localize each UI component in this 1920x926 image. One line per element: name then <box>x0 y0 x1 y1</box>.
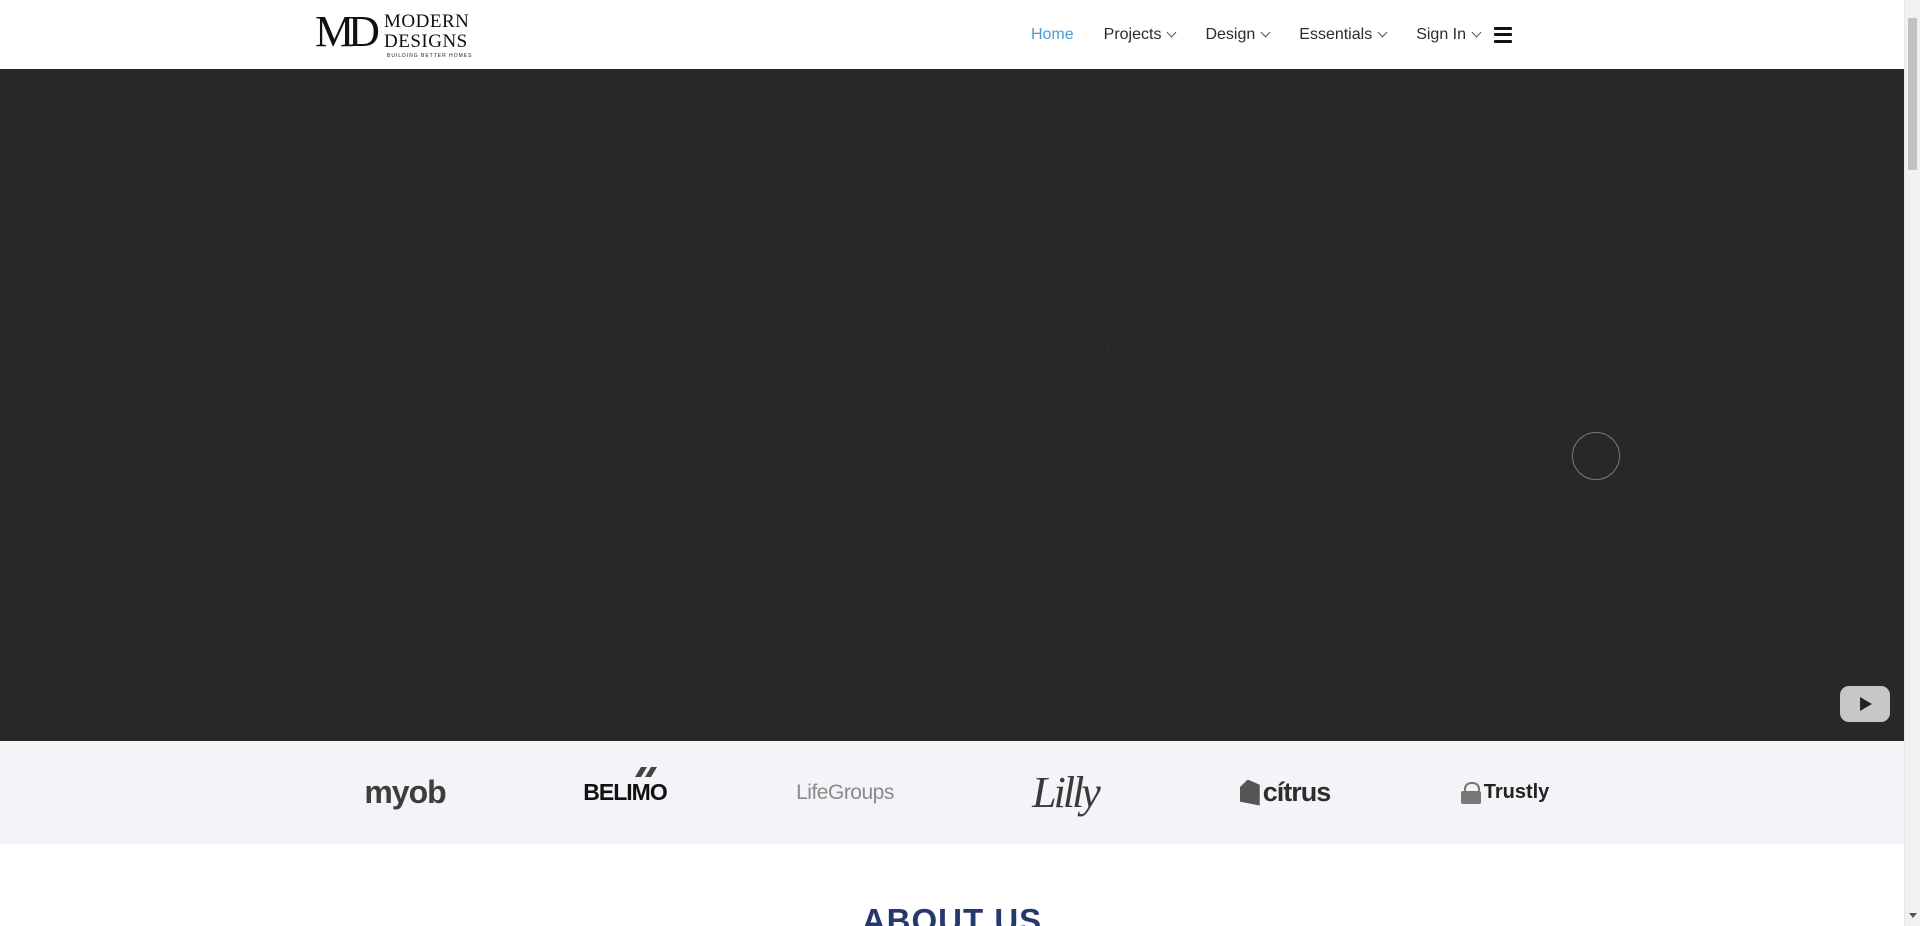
logo-name-line1: MODERN <box>384 11 470 32</box>
client-logo-belimo: BELIMO <box>575 741 675 844</box>
client-logo-text: LifeGroups <box>796 780 894 804</box>
cursor-ring-icon <box>1572 432 1620 480</box>
logo-monogram: MD <box>315 7 380 56</box>
chevron-down-icon <box>1260 27 1271 38</box>
client-logo-trustly: Trustly <box>1455 741 1555 844</box>
client-logo-lilly: Lilly <box>1015 741 1115 844</box>
nav-item-label: Projects <box>1103 25 1162 43</box>
nav-item-label: Sign In <box>1416 25 1466 43</box>
main-nav: Home Projects Design Essentials Sign In <box>1001 0 1512 69</box>
chevron-down-icon <box>1377 27 1388 38</box>
nav-item-essentials[interactable]: Essentials <box>1299 25 1388 44</box>
hero-video[interactable] <box>0 69 1904 741</box>
about-title: ABOUT US <box>861 902 1043 926</box>
nav-item-projects[interactable]: Projects <box>1103 25 1177 44</box>
nav-item-label: Design <box>1205 25 1256 43</box>
client-logo-text: cítrus <box>1262 777 1332 807</box>
client-logo-label: BELIMO <box>583 779 667 805</box>
play-icon <box>1860 697 1872 711</box>
logo-tagline: BUILDING BETTER HOMES <box>387 53 473 59</box>
nav-item-label: Essentials <box>1299 25 1373 43</box>
lock-icon <box>1460 781 1481 804</box>
client-logo-text: Trustly <box>1483 781 1550 803</box>
client-logo-lifegroups: LifeGroups <box>795 741 895 844</box>
client-logo-myob: myob <box>355 741 455 844</box>
chevron-down-icon <box>1167 27 1177 38</box>
client-logo-text: BELIMO <box>583 767 668 806</box>
client-logo-text: Lilly <box>1032 768 1101 817</box>
about-section: ABOUT US <box>0 844 1904 926</box>
citrus-leaf-icon <box>1239 779 1260 806</box>
client-logo-text: myob <box>364 774 446 810</box>
logo-wordmark: MODERN DESIGNS <box>384 12 469 52</box>
client-logos-strip: myob BELIMO LifeGroups Lilly cítrus Trus… <box>0 741 1904 844</box>
nav-item-design[interactable]: Design <box>1205 25 1271 44</box>
nav-item-label: Home <box>1030 25 1074 43</box>
youtube-play-button[interactable] <box>1840 686 1890 722</box>
scrollbar-thumb[interactable] <box>1908 18 1917 170</box>
site-logo[interactable]: MD MODERN DESIGNS BUILDING BETTER HOMES <box>315 7 485 60</box>
belimo-mark-icon <box>635 767 658 777</box>
nav-item-sign-in[interactable]: Sign In <box>1416 25 1482 44</box>
hamburger-icon[interactable] <box>1494 26 1512 43</box>
page-scrollbar[interactable] <box>1904 0 1920 926</box>
page: MD MODERN DESIGNS BUILDING BETTER HOMES … <box>0 0 1904 926</box>
client-logo-citrus: cítrus <box>1235 741 1335 844</box>
chevron-down-icon <box>1471 27 1482 38</box>
site-header: MD MODERN DESIGNS BUILDING BETTER HOMES … <box>0 0 1904 70</box>
logo-name-line2: DESIGNS <box>384 31 468 52</box>
video-artifact <box>1107 346 1109 347</box>
nav-item-home[interactable]: Home <box>1031 26 1074 44</box>
scroll-down-arrow-icon[interactable] <box>1909 913 1917 918</box>
